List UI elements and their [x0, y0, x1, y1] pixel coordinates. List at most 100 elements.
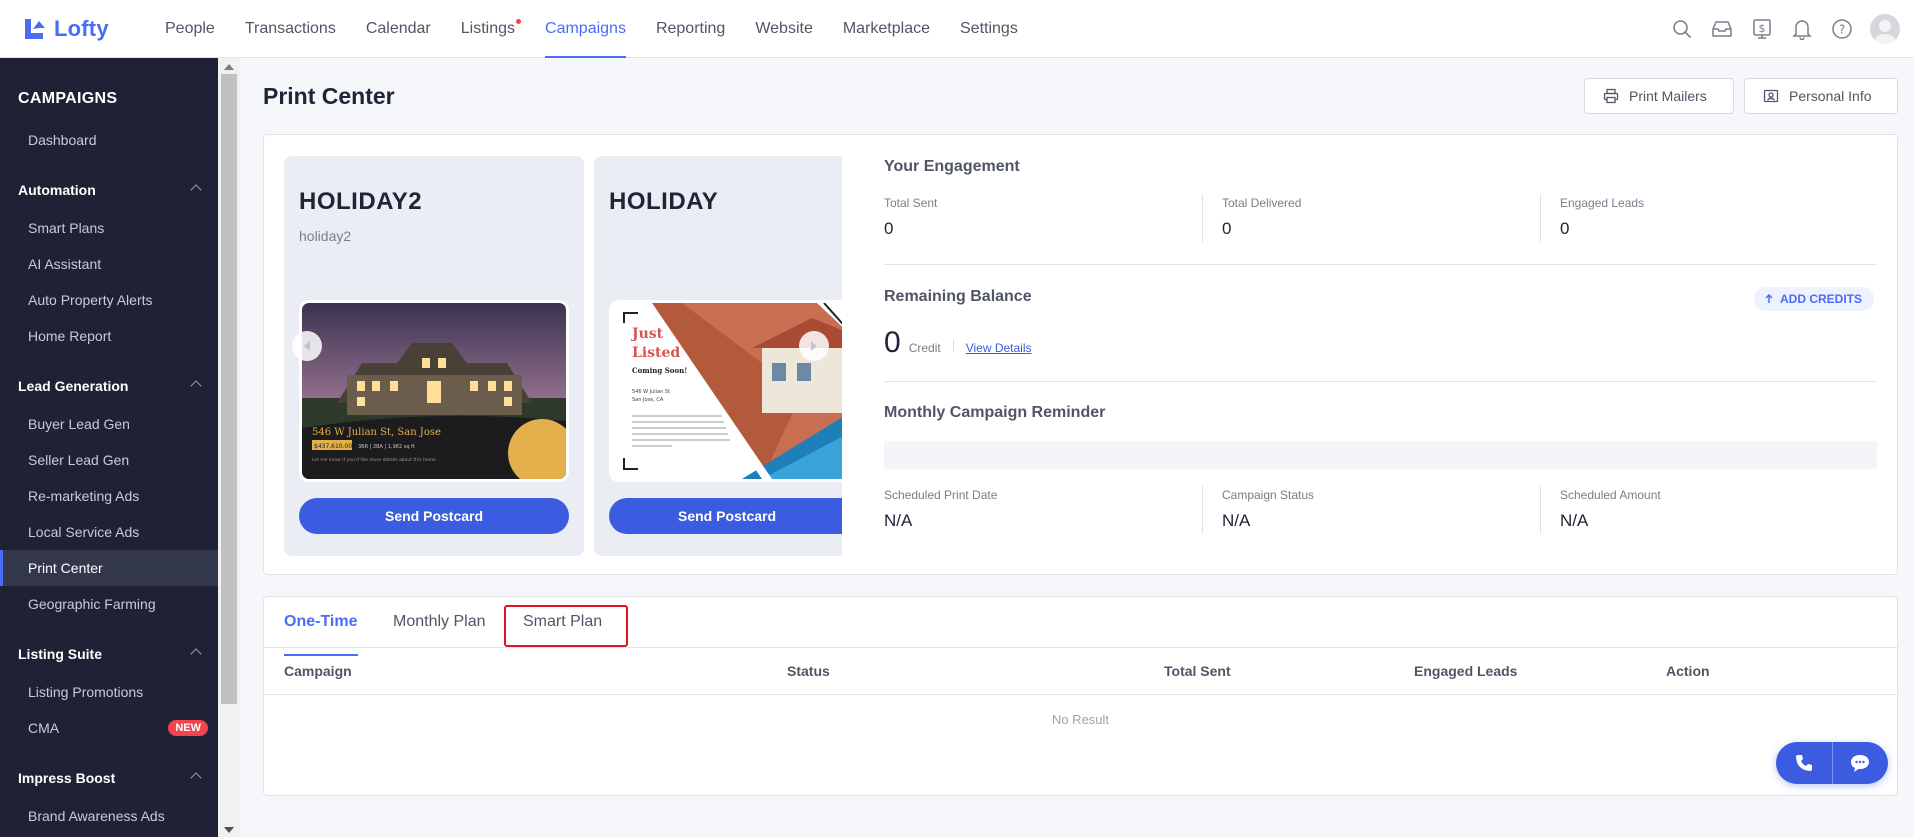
phone-icon — [1795, 755, 1812, 771]
sidebar-group-automation[interactable]: Automation — [0, 170, 218, 210]
sidebar-item-label: Re-marketing Ads — [28, 488, 140, 504]
postcard-address: 546 W Julian St, San Jose — [312, 427, 441, 438]
nav-campaigns[interactable]: Campaigns — [530, 0, 641, 58]
sidebar-group-impress-boost[interactable]: Impress Boost — [0, 758, 218, 798]
balance-row: 0 Credit View Details — [884, 326, 1032, 360]
chevron-left-icon — [304, 341, 310, 351]
send-postcard-label: Send Postcard — [384, 508, 484, 524]
sidebar-item-local-service-ads[interactable]: Local Service Ads — [0, 514, 218, 550]
nav-settings[interactable]: Settings — [945, 0, 1033, 58]
lofty-logo[interactable]: Lofty — [22, 16, 150, 42]
sidebar-item-cma[interactable]: CMA NEW — [0, 710, 218, 746]
tab-one-time[interactable]: One-Time — [284, 613, 358, 656]
stat-value: 0 — [1560, 219, 1570, 238]
sidebar-item-smart-plans[interactable]: Smart Plans — [0, 210, 218, 246]
nav-listings[interactable]: Listings — [446, 0, 530, 58]
stat-label: Total Sent — [884, 196, 938, 210]
bell-icon[interactable] — [1790, 17, 1814, 41]
nav-people[interactable]: People — [150, 0, 230, 58]
add-credits-button[interactable]: ADD CREDITS — [1754, 287, 1875, 311]
svg-text:?: ? — [1839, 23, 1845, 37]
template-card-holiday[interactable]: HOLIDAY Just Listed Coming Soon! 546 W J… — [594, 156, 842, 556]
sidebar-item-buyer-lead-gen[interactable]: Buyer Lead Gen — [0, 406, 218, 442]
tabs-divider — [264, 647, 1897, 648]
chevron-right-icon — [811, 341, 817, 351]
sidebar-item-home-report[interactable]: Home Report — [0, 318, 218, 354]
chevron-up-icon — [190, 380, 202, 392]
nav-campaigns-label: Campaigns — [545, 19, 626, 37]
sidebar-item-seller-lead-gen[interactable]: Seller Lead Gen — [0, 442, 218, 478]
add-credits-label: ADD CREDITS — [1780, 292, 1863, 306]
sidebar-item-ai-assistant[interactable]: AI Assistant — [0, 246, 218, 282]
sidebar-item-remarketing-ads[interactable]: Re-marketing Ads — [0, 478, 218, 514]
sidebar-item-label: CMA — [28, 720, 60, 736]
sidebar-item-label: Home Report — [28, 328, 112, 344]
phone-button[interactable] — [1776, 742, 1832, 784]
tab-monthly-plan[interactable]: Monthly Plan — [393, 613, 486, 647]
billing-icon[interactable]: $ — [1750, 17, 1774, 41]
stat-scheduled-amount: Scheduled Amount N/A — [1560, 488, 1880, 531]
print-mailers-label: Print Mailers — [1629, 88, 1707, 104]
send-postcard-button[interactable]: Send Postcard — [609, 498, 842, 534]
postcard-preview[interactable]: Just Listed Coming Soon! 546 W Julian St… — [609, 300, 842, 482]
column-header-action: Action — [1666, 663, 1710, 679]
scroll-down-arrow-icon[interactable] — [224, 827, 234, 833]
chat-icon — [1851, 755, 1870, 772]
help-icon[interactable]: ? — [1830, 17, 1854, 41]
id-card-icon — [1763, 89, 1779, 103]
sidebar-group-listing-suite[interactable]: Listing Suite — [0, 634, 218, 674]
sidebar-scrollbar[interactable] — [218, 58, 240, 837]
card-title: HOLIDAY2 — [299, 188, 423, 215]
column-header-status: Status — [787, 663, 830, 679]
postcard-preview[interactable]: 546 W Julian St, San Jose $437,610.00 3B… — [299, 300, 569, 482]
search-icon[interactable] — [1670, 17, 1694, 41]
nav-calendar[interactable]: Calendar — [351, 0, 446, 58]
sidebar-item-listing-promotions[interactable]: Listing Promotions — [0, 674, 218, 710]
app-name: Lofty — [54, 15, 109, 41]
lofty-logo-icon — [25, 18, 45, 39]
carousel-prev-button[interactable] — [292, 331, 322, 361]
scrollbar-thumb[interactable] — [221, 74, 237, 704]
sidebar-item-brand-awareness-ads[interactable]: Brand Awareness Ads — [0, 798, 218, 834]
send-postcard-label: Send Postcard — [677, 508, 777, 524]
sidebar: CAMPAIGNS Dashboard Automation Smart Pla… — [0, 58, 218, 837]
stat-total-delivered: Total Delivered 0 — [1222, 196, 1542, 239]
sidebar-item-label: Seller Lead Gen — [28, 452, 130, 468]
sidebar-item-print-center[interactable]: Print Center — [0, 550, 218, 586]
scroll-up-arrow-icon[interactable] — [224, 64, 234, 70]
chat-button[interactable] — [1831, 742, 1889, 784]
stat-value: N/A — [1222, 511, 1251, 530]
stat-label: Engaged Leads — [1560, 196, 1645, 210]
sidebar-item-label: Auto Property Alerts — [28, 292, 153, 308]
carousel-next-button[interactable] — [799, 331, 829, 361]
stat-campaign-status: Campaign Status N/A — [1222, 488, 1542, 531]
divider — [1540, 486, 1541, 534]
card-title: HOLIDAY — [609, 188, 719, 215]
nav-reporting[interactable]: Reporting — [641, 0, 740, 58]
nav-transactions[interactable]: Transactions — [230, 0, 351, 58]
nav-marketplace-label: Marketplace — [842, 19, 930, 37]
balance-unit: Credit — [908, 341, 941, 355]
template-card-holiday2[interactable]: HOLIDAY2 holiday2 546 W Julian St, San J… — [284, 156, 584, 556]
sidebar-item-dashboard[interactable]: Dashboard — [0, 122, 218, 158]
print-mailers-button[interactable]: Print Mailers — [1584, 78, 1734, 114]
print-center-panel: HOLIDAY2 holiday2 546 W Julian St, San J… — [263, 134, 1898, 575]
notification-dot — [516, 18, 522, 24]
personal-info-button[interactable]: Personal Info — [1744, 78, 1898, 114]
divider — [1540, 194, 1541, 242]
nav-website-label: Website — [755, 19, 813, 37]
sidebar-item-auto-property-alerts[interactable]: Auto Property Alerts — [0, 282, 218, 318]
send-postcard-button[interactable]: Send Postcard — [299, 498, 569, 534]
view-details-link[interactable]: View Details — [966, 341, 1032, 355]
sidebar-item-geographic-farming[interactable]: Geographic Farming — [0, 586, 218, 622]
new-badge: NEW — [168, 720, 208, 736]
avatar[interactable] — [1870, 14, 1900, 44]
inbox-icon[interactable] — [1710, 17, 1734, 41]
sidebar-group-lead-generation[interactable]: Lead Generation — [0, 366, 218, 406]
card-subtitle: holiday2 — [299, 228, 352, 244]
postcard-address-line-1: 546 W Julian St — [632, 389, 670, 395]
stat-label: Scheduled Print Date — [884, 488, 998, 502]
nav-marketplace[interactable]: Marketplace — [828, 0, 945, 58]
printer-icon — [1603, 88, 1619, 104]
nav-website[interactable]: Website — [740, 0, 828, 58]
